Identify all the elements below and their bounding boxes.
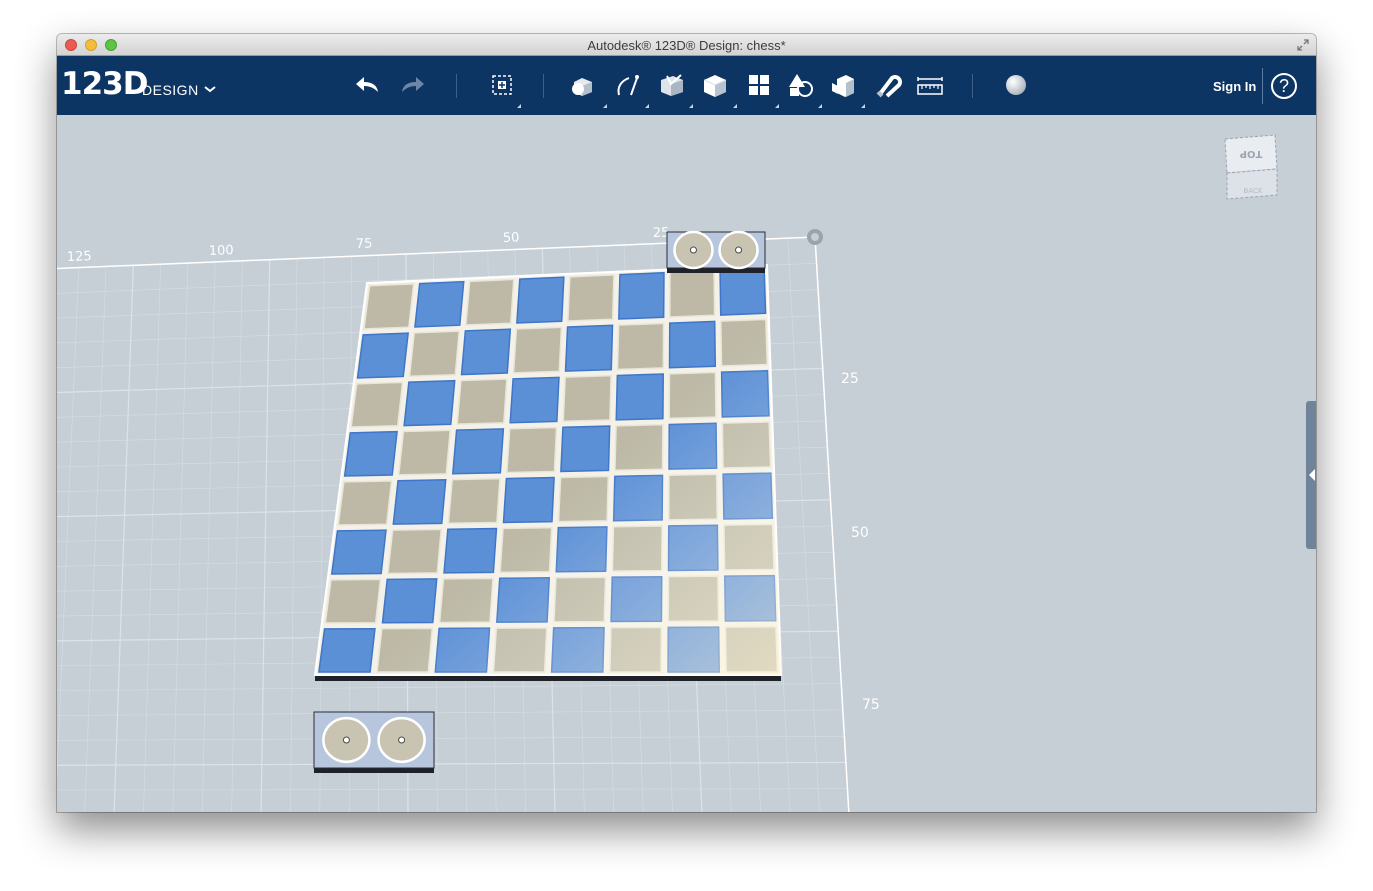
sign-in-link[interactable]: Sign In <box>1213 79 1256 94</box>
pattern-menu-indicator <box>775 104 779 108</box>
ruler-label-right: 75 <box>862 697 880 713</box>
grid-line <box>57 267 80 781</box>
piece-tray-top[interactable] <box>666 230 766 273</box>
construct-icon[interactable] <box>657 70 687 100</box>
piece-slot-center <box>735 246 743 254</box>
ruler-label-top: 50 <box>503 230 520 246</box>
snap-icon[interactable] <box>872 70 902 100</box>
toolbar-separator <box>543 74 544 98</box>
material-icon[interactable] <box>1001 70 1031 100</box>
grid-line <box>84 266 107 812</box>
sketch-icon[interactable] <box>613 70 643 100</box>
grid-line <box>57 761 846 766</box>
combine-menu-indicator <box>861 104 865 108</box>
ruler-label-right: 50 <box>851 525 869 541</box>
ruler-label-right: 25 <box>841 371 859 387</box>
toolbar-separator <box>972 74 973 98</box>
grid-line <box>57 709 843 716</box>
app-logo[interactable]: 123D <box>61 66 148 102</box>
toolbar-separator <box>1262 68 1263 104</box>
primitives-menu-indicator <box>603 104 607 108</box>
tray-side <box>667 268 765 273</box>
piece-slot-center <box>398 736 406 744</box>
chess-board[interactable] <box>313 263 783 681</box>
board-highlight <box>315 265 781 675</box>
tray-side <box>314 768 434 773</box>
primitives-icon[interactable] <box>570 70 600 100</box>
piece-slot-center <box>342 736 350 744</box>
window-title: Autodesk® 123D® Design: chess* <box>587 38 786 53</box>
grid-line <box>787 238 820 812</box>
grid-line <box>290 258 298 812</box>
transform-menu-indicator <box>517 104 521 108</box>
toolbar-separator <box>456 74 457 98</box>
design-viewport[interactable]: 125 100 75 50 25 25 50 75 TOP BACK <box>57 115 1316 812</box>
combine-icon[interactable] <box>829 70 859 100</box>
ruler-label-top: 100 <box>209 243 234 259</box>
modify-icon[interactable] <box>700 70 730 100</box>
fullscreen-icon[interactable] <box>1296 38 1310 52</box>
grouping-icon[interactable] <box>786 70 816 100</box>
grid-line <box>113 265 134 812</box>
view-cube-top-label: TOP <box>1240 148 1263 159</box>
modify-menu-indicator <box>733 104 737 108</box>
grid-line <box>57 683 842 691</box>
ruler-label-top: 75 <box>356 236 373 252</box>
construct-menu-indicator <box>689 104 693 108</box>
main-toolbar: 123D DESIGN Sign In ? <box>57 56 1316 115</box>
scene-canvas[interactable]: 125 100 75 50 25 25 50 75 TOP BACK <box>57 115 1316 812</box>
view-cube-back-label: BACK <box>1244 187 1263 195</box>
undo-icon[interactable] <box>353 70 383 100</box>
sketch-menu-indicator <box>645 104 649 108</box>
pattern-icon[interactable] <box>744 70 774 100</box>
grouping-menu-indicator <box>818 104 822 108</box>
title-bar: Autodesk® 123D® Design: chess* <box>57 34 1316 56</box>
view-cube[interactable]: TOP BACK <box>1224 134 1278 200</box>
piece-slot-center <box>689 246 697 254</box>
grid-line <box>172 263 189 812</box>
grid-line <box>143 264 161 812</box>
ruler-label-top: 125 <box>67 249 92 265</box>
chevron-down-icon[interactable] <box>203 84 217 94</box>
piece-tray-bottom[interactable] <box>313 711 435 773</box>
grid-line <box>231 260 243 812</box>
transform-icon[interactable] <box>487 70 517 100</box>
grid-line <box>260 259 271 812</box>
app-logo-subtitle[interactable]: DESIGN <box>142 82 199 98</box>
help-button[interactable]: ? <box>1271 73 1297 99</box>
collapse-arrow-icon[interactable] <box>1309 469 1315 481</box>
measure-icon[interactable] <box>915 70 945 100</box>
grid-line <box>201 261 216 812</box>
redo-icon[interactable] <box>397 70 427 100</box>
grid-line <box>57 788 848 791</box>
grid-origin-handle[interactable] <box>807 229 823 245</box>
app-window: Autodesk® 123D® Design: chess* 123D DESI… <box>57 34 1316 812</box>
grid-axis-line <box>814 236 850 812</box>
